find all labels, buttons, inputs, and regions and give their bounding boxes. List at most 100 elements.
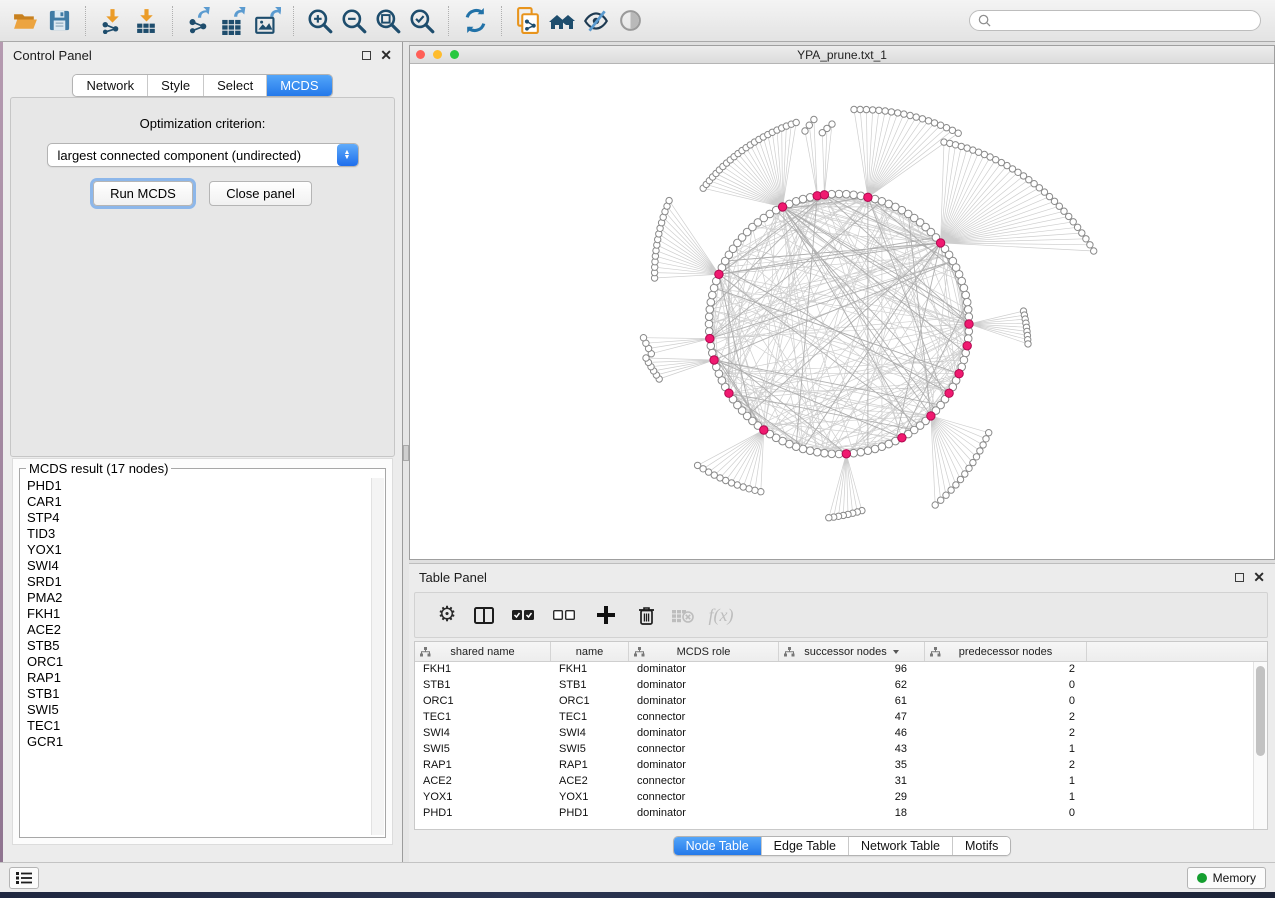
table-tab-edge-table[interactable]: Edge Table [761,837,848,855]
graph-leaf-node[interactable] [938,497,944,503]
mcds-result-item[interactable]: SWI4 [21,558,370,574]
graph-leaf-node[interactable] [870,107,876,113]
graph-ring-node[interactable] [964,306,972,314]
table-row[interactable]: PHD1PHD1dominator180 [415,806,1253,822]
graph-ring-node[interactable] [963,298,971,306]
graph-ring-node[interactable] [864,447,872,455]
import-table-from-file-icon[interactable] [129,4,163,38]
table-tab-network-table[interactable]: Network Table [848,837,952,855]
table-row[interactable]: TEC1TEC1connector472 [415,710,1253,726]
graph-leaf-node[interactable] [977,448,983,454]
graph-mcds-hub-node[interactable] [945,389,953,397]
apply-layout-icon[interactable] [458,4,492,38]
graph-ring-node[interactable] [871,445,879,453]
graph-mcds-hub-node[interactable] [706,334,714,342]
mcds-result-item[interactable]: SWI5 [21,702,370,718]
first-neighbors-icon[interactable] [545,4,579,38]
import-network-from-file-icon[interactable] [95,4,129,38]
mcds-result-item[interactable]: YOX1 [21,542,370,558]
table-row[interactable]: FKH1FKH1dominator962 [415,662,1253,678]
table-scrollbar-thumb[interactable] [1256,666,1265,756]
graph-leaf-node[interactable] [1079,230,1085,236]
table-row[interactable]: YOX1YOX1connector291 [415,790,1253,806]
graph-leaf-node[interactable] [876,107,882,113]
close-panel-button[interactable]: Close panel [209,181,312,206]
column-header-predecessor-nodes[interactable]: predecessor nodes [925,642,1087,661]
mcds-result-item[interactable]: FKH1 [21,606,370,622]
graph-leaf-node[interactable] [851,106,857,112]
graph-leaf-node[interactable] [643,355,649,361]
destroy-view-icon[interactable] [579,4,613,38]
graph-ring-node[interactable] [709,291,717,299]
tab-select[interactable]: Select [203,75,266,96]
zoom-selected-icon[interactable] [405,4,439,38]
graph-leaf-node[interactable] [1061,208,1067,214]
graph-leaf-node[interactable] [948,487,954,493]
graph-leaf-node[interactable] [888,109,894,115]
show-panels-list-icon[interactable] [9,867,39,889]
graph-leaf-node[interactable] [694,462,700,468]
tab-style[interactable]: Style [147,75,203,96]
graph-leaf-node[interactable] [806,122,812,128]
graph-leaf-node[interactable] [943,492,949,498]
graph-leaf-node[interactable] [973,454,979,460]
graph-mcds-hub-node[interactable] [898,434,906,442]
graph-leaf-node[interactable] [983,436,989,442]
graph-leaf-node[interactable] [913,114,919,120]
new-network-from-selection-icon[interactable] [511,4,545,38]
graph-ring-node[interactable] [850,191,858,199]
table-settings-gear-icon[interactable]: ⚙ [429,600,465,630]
graph-leaf-node[interactable] [907,112,913,118]
graph-leaf-node[interactable] [1087,242,1093,248]
show-column-panel-icon[interactable] [465,600,503,630]
graph-leaf-node[interactable] [826,515,832,521]
graph-leaf-node[interactable] [901,111,907,117]
graph-mcds-hub-node[interactable] [955,370,963,378]
graph-leaf-node[interactable] [919,116,925,122]
graph-mcds-hub-node[interactable] [715,270,723,278]
graph-leaf-node[interactable] [986,430,992,436]
graph-leaf-node[interactable] [829,121,835,127]
graph-leaf-node[interactable] [970,459,976,465]
graph-mcds-hub-node[interactable] [864,193,872,201]
deselect-all-columns-icon[interactable] [543,600,585,630]
select-all-columns-icon[interactable] [503,600,543,630]
graph-ring-node[interactable] [857,448,865,456]
graph-leaf-node[interactable] [793,119,799,125]
graph-leaf-node[interactable] [882,108,888,114]
graph-mcds-hub-node[interactable] [963,342,971,350]
table-row[interactable]: SWI5SWI5connector431 [415,742,1253,758]
create-column-plus-icon[interactable] [585,600,627,630]
run-mcds-button[interactable]: Run MCDS [93,181,193,206]
graph-leaf-node[interactable] [1091,248,1097,254]
graph-leaf-node[interactable] [966,465,972,471]
mcds-result-item[interactable]: STB1 [21,686,370,702]
graph-ring-node[interactable] [960,284,968,292]
graph-leaf-node[interactable] [811,116,817,122]
mcds-result-item[interactable]: ORC1 [21,654,370,670]
table-row[interactable]: ACE2ACE2connector311 [415,774,1253,790]
graph-leaf-node[interactable] [1083,236,1089,242]
search-input[interactable] [996,14,1252,28]
criterion-select[interactable]: largest connected component (undirected)… [47,143,359,167]
graph-leaf-node[interactable] [1066,213,1072,219]
graph-leaf-node[interactable] [1074,224,1080,230]
table-row[interactable]: STB1STB1dominator620 [415,678,1253,694]
column-header-successor-nodes[interactable]: successor nodes [779,642,925,661]
graph-ring-node[interactable] [706,306,714,314]
column-header-MCDS-role[interactable]: MCDS role [629,642,779,661]
graph-mcds-hub-node[interactable] [927,412,935,420]
mcds-result-item[interactable]: TEC1 [21,718,370,734]
graph-mcds-hub-node[interactable] [778,203,786,211]
tab-mcds[interactable]: MCDS [266,75,331,96]
mcds-result-item[interactable]: RAP1 [21,670,370,686]
graph-leaf-node[interactable] [1025,341,1031,347]
graph-ring-node[interactable] [813,448,821,456]
mcds-result-item[interactable]: STB5 [21,638,370,654]
graph-ring-node[interactable] [705,320,713,328]
column-header-shared-name[interactable]: shared name [415,642,551,661]
graph-leaf-node[interactable] [953,482,959,488]
mcds-result-item[interactable]: SRD1 [21,574,370,590]
graph-ring-node[interactable] [962,291,970,299]
table-row[interactable]: SWI4SWI4dominator462 [415,726,1253,742]
